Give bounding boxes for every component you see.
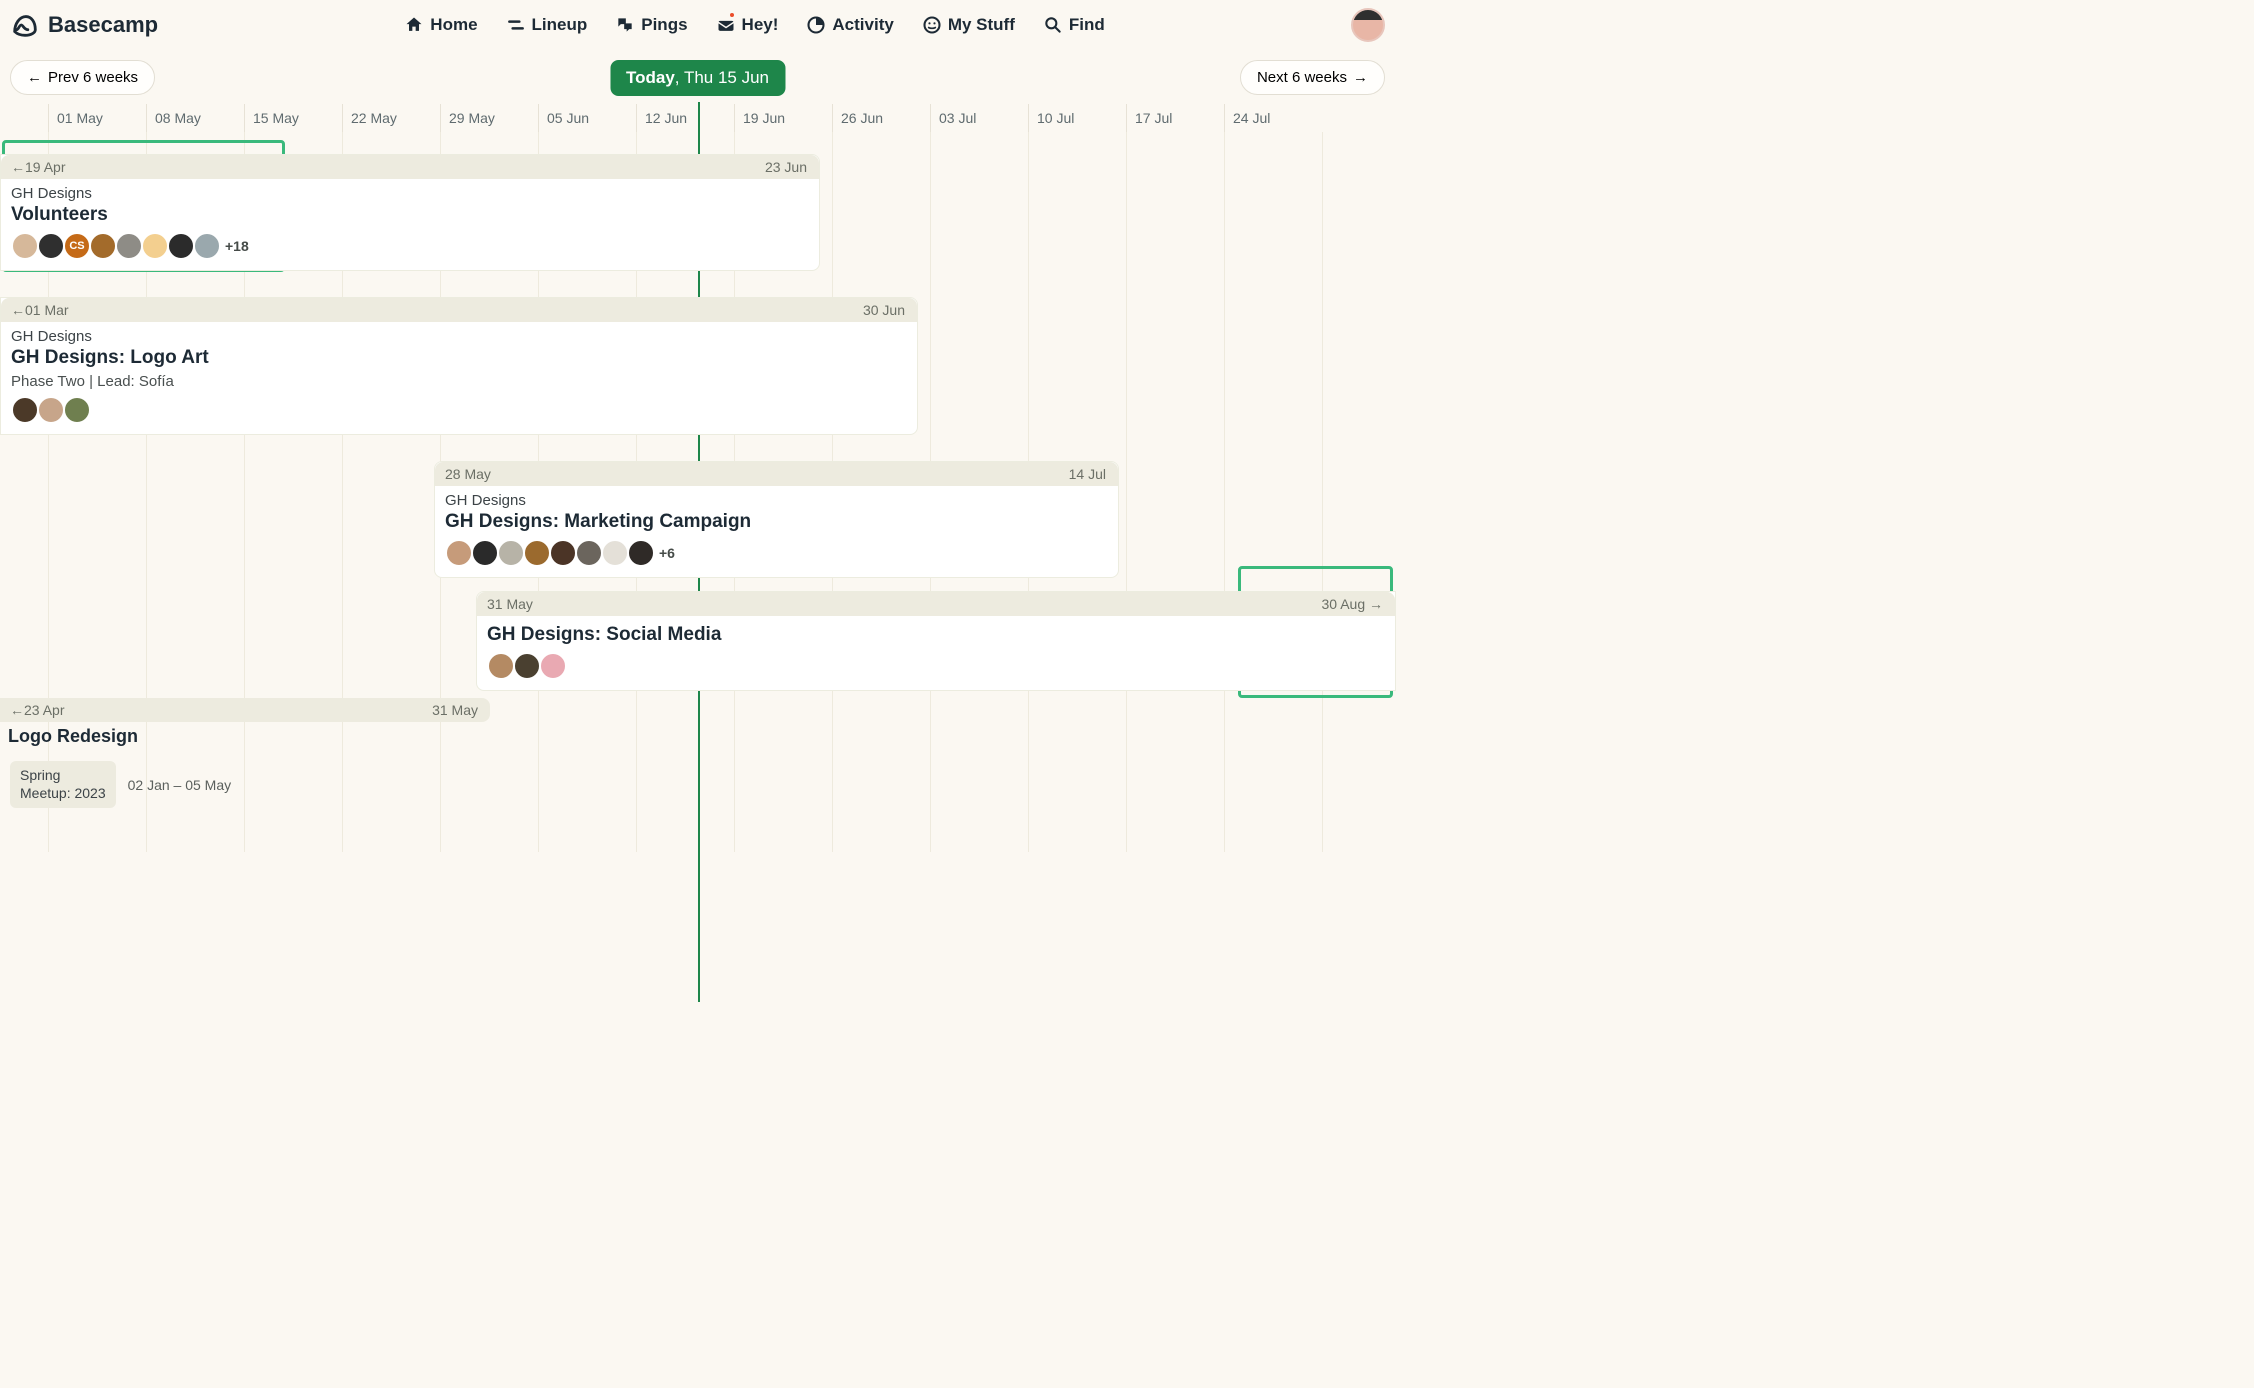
project-title: GH Designs: Social Media	[487, 624, 1385, 646]
date-header: 01 May	[48, 104, 146, 132]
prev-weeks-button[interactable]: ← Prev 6 weeks	[10, 60, 155, 95]
nav-lineup[interactable]: Lineup	[506, 15, 588, 35]
nav-find[interactable]: Find	[1043, 15, 1105, 35]
avatar	[89, 232, 117, 260]
nav-home[interactable]: Home	[404, 15, 477, 35]
activity-icon	[806, 15, 826, 35]
card-start-date: ←01 Mar	[11, 302, 69, 318]
card-start-date: 28 May	[445, 466, 491, 482]
avatar	[193, 232, 221, 260]
brand[interactable]: Basecamp	[10, 10, 158, 40]
notification-dot-icon	[728, 11, 736, 19]
avatar	[497, 539, 525, 567]
avatar	[63, 396, 91, 424]
avatar-row	[11, 396, 907, 424]
project-title: Volunteers	[11, 204, 809, 226]
avatar: CS	[63, 232, 91, 260]
date-header: 05 Jun	[538, 104, 636, 132]
avatar	[549, 539, 577, 567]
avatar	[37, 396, 65, 424]
avatar	[627, 539, 655, 567]
timeline: 01 May 08 May 15 May 22 May 29 May 05 Ju…	[0, 103, 1395, 852]
next-weeks-button[interactable]: Next 6 weeks →	[1240, 60, 1385, 95]
avatar	[115, 232, 143, 260]
avatar-row: +6	[445, 539, 1108, 567]
avatar	[141, 232, 169, 260]
arrow-right-icon: →	[1353, 69, 1368, 86]
chip-date-range: 02 Jan – 05 May	[128, 777, 232, 793]
avatar	[471, 539, 499, 567]
user-avatar[interactable]	[1351, 8, 1385, 42]
chip-label: Spring Meetup: 2023	[10, 761, 116, 808]
timeline-controls: ← Prev 6 weeks Today, Thu 15 Jun Next 6 …	[0, 46, 1395, 103]
nav-pings[interactable]: Pings	[615, 15, 687, 35]
card-end-date: 23 Jun	[765, 159, 807, 175]
project-subtitle: Phase Two | Lead: Sofía	[11, 373, 907, 390]
project-collapsed-logoredesign[interactable]: ←23 Apr 31 May Logo Redesign	[0, 698, 490, 753]
avatar	[445, 539, 473, 567]
date-header: 19 Jun	[734, 104, 832, 132]
project-card-marketing[interactable]: 28 May 14 Jul GH Designs GH Designs: Mar…	[434, 461, 1119, 578]
avatar	[575, 539, 603, 567]
avatar-row	[487, 652, 1385, 680]
basecamp-logo-icon	[10, 10, 40, 40]
date-header: 10 Jul	[1028, 104, 1126, 132]
home-icon	[404, 15, 424, 35]
date-axis: 01 May 08 May 15 May 22 May 29 May 05 Ju…	[0, 103, 1395, 132]
card-end-date: 31 May	[432, 702, 478, 718]
search-icon	[1043, 15, 1063, 35]
avatar	[11, 396, 39, 424]
nav-mystuff[interactable]: My Stuff	[922, 15, 1015, 35]
nav-hey[interactable]: Hey!	[716, 15, 779, 35]
pings-icon	[615, 15, 635, 35]
brand-text: Basecamp	[48, 12, 158, 38]
hey-icon	[716, 15, 736, 35]
nav-activity[interactable]: Activity	[806, 15, 893, 35]
project-card-social[interactable]: 31 May 30 Aug → GH Designs: Social Media	[476, 591, 1396, 691]
project-parent: GH Designs	[11, 328, 907, 345]
card-end-date: 30 Jun	[863, 302, 905, 318]
avatar-row: CS +18	[11, 232, 809, 260]
arrow-left-icon: ←	[27, 69, 42, 86]
avatar	[11, 232, 39, 260]
avatar	[539, 652, 567, 680]
avatar	[167, 232, 195, 260]
date-header: 08 May	[146, 104, 244, 132]
project-title: GH Designs: Logo Art	[11, 347, 907, 369]
today-indicator[interactable]: Today, Thu 15 Jun	[610, 60, 785, 96]
project-chip-spring[interactable]: Spring Meetup: 2023 02 Jan – 05 May	[4, 757, 237, 812]
avatar-overflow: +18	[225, 238, 249, 254]
card-end-date: 14 Jul	[1069, 466, 1106, 482]
card-end-date: 30 Aug →	[1322, 596, 1384, 612]
date-header: 22 May	[342, 104, 440, 132]
topbar: Basecamp Home Lineup Pings Hey! Activity	[0, 0, 1395, 46]
project-card-volunteers[interactable]: ←19 Apr 23 Jun GH Designs Volunteers CS +…	[0, 154, 820, 271]
project-title: GH Designs: Marketing Campaign	[445, 511, 1108, 533]
card-start-date: ←19 Apr	[11, 159, 65, 175]
date-header: 03 Jul	[930, 104, 1028, 132]
date-header: 12 Jun	[636, 104, 734, 132]
avatar	[601, 539, 629, 567]
avatar	[487, 652, 515, 680]
date-header: 17 Jul	[1126, 104, 1224, 132]
avatar	[37, 232, 65, 260]
card-start-date: ←23 Apr	[10, 702, 64, 718]
mystuff-icon	[922, 15, 942, 35]
project-card-logoart[interactable]: ←01 Mar 30 Jun GH Designs GH Designs: Lo…	[0, 297, 918, 435]
main-nav: Home Lineup Pings Hey! Activity My Stuff	[404, 15, 1104, 35]
date-header: 24 Jul	[1224, 104, 1322, 132]
project-parent: GH Designs	[445, 492, 1108, 509]
lanes: ←19 Apr 23 Jun GH Designs Volunteers CS +…	[0, 132, 1395, 852]
date-header: 26 Jun	[832, 104, 930, 132]
lineup-icon	[506, 15, 526, 35]
avatar	[513, 652, 541, 680]
avatar-overflow: +6	[659, 545, 675, 561]
project-title: Logo Redesign	[0, 724, 490, 753]
avatar	[523, 539, 551, 567]
date-header: 29 May	[440, 104, 538, 132]
card-start-date: 31 May	[487, 596, 533, 612]
project-parent: GH Designs	[11, 185, 809, 202]
date-header: 15 May	[244, 104, 342, 132]
